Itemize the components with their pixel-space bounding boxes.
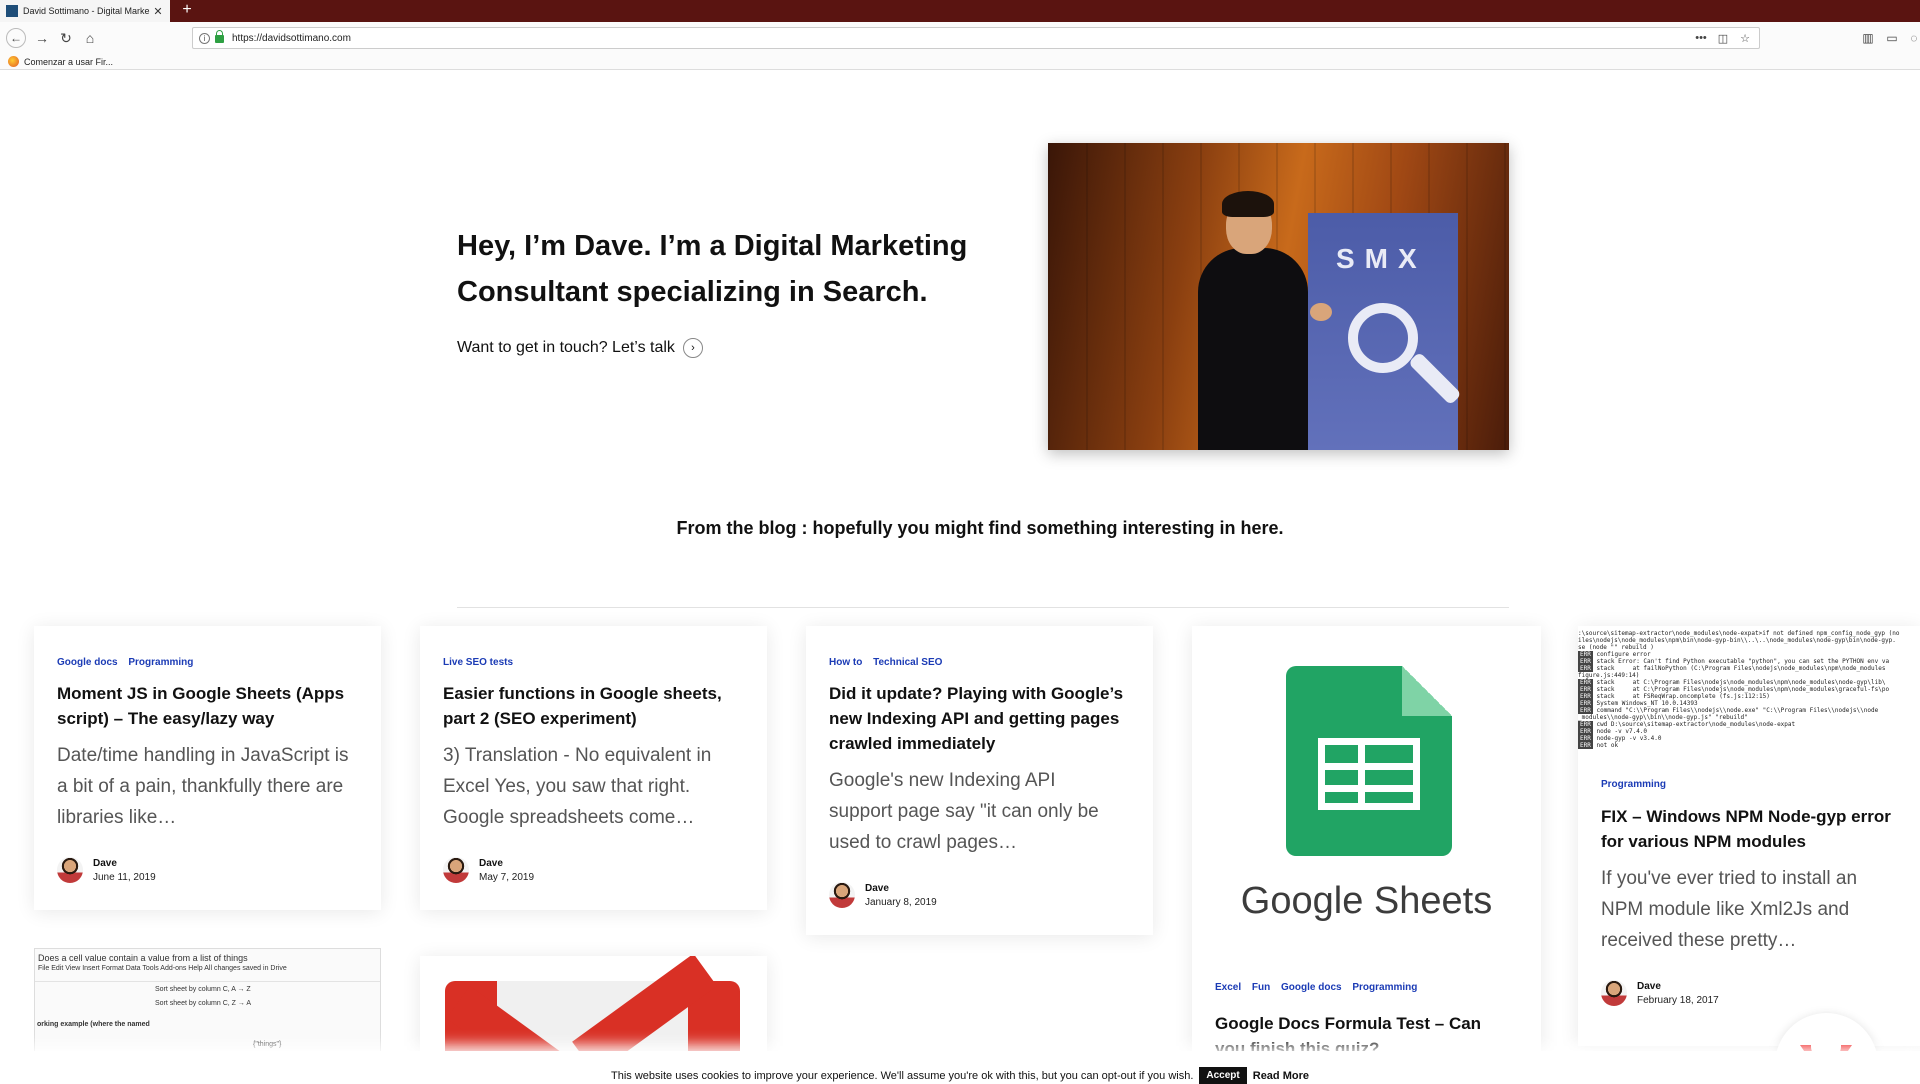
card-title[interactable]: Did it update? Playing with Google’s new…: [829, 681, 1129, 756]
new-tab-button[interactable]: +: [178, 0, 196, 22]
smx-banner-text: SMX: [1336, 243, 1427, 274]
card-excerpt: Google's new Indexing API support page s…: [829, 770, 1099, 853]
card-author: Dave February 18, 2017: [1601, 980, 1719, 1006]
magnifier-icon: [1348, 303, 1418, 373]
npm-error-screenshot: :\source\sitemap-extractor\node_modules\…: [1578, 626, 1920, 756]
sheet-menu: File Edit View Insert Format Data Tools …: [38, 965, 287, 972]
tag-link[interactable]: Programming: [128, 657, 193, 668]
blog-card-moment-js[interactable]: Google docs Programming Moment JS in Goo…: [34, 626, 381, 910]
read-more-link[interactable]: Read More: [1253, 1070, 1309, 1082]
author-name[interactable]: Dave: [479, 858, 534, 869]
firefox-icon: [8, 56, 19, 67]
sheet-row-label: orking example (where the named: [37, 1021, 150, 1028]
tag-link[interactable]: Programming: [1601, 779, 1666, 790]
reload-button[interactable]: ↻: [56, 28, 76, 48]
account-icon[interactable]: ◌: [1904, 28, 1920, 48]
cookie-text: This website uses cookies to improve you…: [611, 1070, 1194, 1082]
lock-icon: [215, 30, 224, 43]
tag-link[interactable]: Fun: [1252, 982, 1270, 993]
avatar: [57, 857, 83, 883]
tag-link[interactable]: Technical SEO: [873, 657, 942, 668]
blog-card-google-sheets-quiz[interactable]: Google Sheets Excel Fun Google docs Prog…: [1192, 626, 1541, 1080]
speaker-body: [1198, 248, 1308, 450]
page-actions-icon[interactable]: •••: [1693, 32, 1709, 44]
browser-tab[interactable]: David Sottimano - Digital Marke ✕: [0, 0, 170, 22]
card-author: Dave January 8, 2019: [829, 882, 937, 908]
card-author: Dave May 7, 2019: [443, 857, 534, 883]
card-tags: Excel Fun Google docs Programming: [1215, 982, 1425, 993]
bookmark-star-icon[interactable]: ☆: [1737, 32, 1753, 45]
forward-button[interactable]: →: [32, 28, 52, 48]
pocket-icon[interactable]: ◫: [1715, 32, 1731, 45]
cookie-banner: This website uses cookies to improve you…: [0, 1051, 1920, 1084]
sheet-data-menu: Sort sheet by column C, A → Z Sort sheet…: [155, 983, 251, 1011]
sidebar-icon[interactable]: ▭: [1882, 28, 1902, 48]
avatar: [1601, 980, 1627, 1006]
post-date: February 18, 2017: [1637, 994, 1719, 1006]
google-sheets-fold: [1402, 666, 1452, 716]
card-tags: Live SEO tests: [443, 657, 521, 668]
url-bar[interactable]: i https://davidsottimano.com ••• ◫ ☆: [192, 27, 1760, 49]
post-date: May 7, 2019: [479, 871, 535, 883]
tag-link[interactable]: How to: [829, 657, 862, 668]
google-sheets-grid: [1318, 738, 1420, 810]
author-name[interactable]: Dave: [1637, 981, 1719, 992]
tab-bar: David Sottimano - Digital Marke ✕ +: [0, 0, 1920, 22]
site-info-icon[interactable]: i: [199, 32, 210, 44]
sheet-gridline: [35, 981, 380, 982]
card-tags: Programming: [1601, 779, 1674, 790]
speaker-hand: [1310, 303, 1332, 321]
speaker-hair: [1222, 191, 1274, 217]
card-tags: How to Technical SEO: [829, 657, 950, 668]
card-excerpt: Date/time handling in JavaScript is a bi…: [57, 745, 349, 828]
bookmark-getting-started[interactable]: Comenzar a usar Fir...: [24, 57, 113, 67]
google-sheets-wordmark: Google Sheets: [1240, 880, 1493, 922]
home-button[interactable]: ⌂: [80, 28, 100, 48]
chevron-right-icon[interactable]: ›: [682, 338, 703, 358]
sheet-title: Does a cell value contain a value from a…: [38, 953, 248, 963]
tag-link[interactable]: Excel: [1215, 982, 1241, 993]
hero-photo: SMX: [1048, 143, 1509, 450]
hero-title: Hey, I’m Dave. I’m a Digital Marketing C…: [457, 230, 968, 308]
author-name[interactable]: Dave: [865, 883, 937, 894]
smx-banner: SMX: [1308, 213, 1462, 450]
card-excerpt: If you've ever tried to install an NPM m…: [1601, 868, 1858, 951]
page-content: Hey, I’m Dave. I’m a Digital Marketing C…: [0, 71, 1920, 1080]
sheet-cell: {"things"}: [253, 1041, 282, 1048]
avatar: [443, 857, 469, 883]
tag-link[interactable]: Programming: [1352, 982, 1417, 993]
tag-link[interactable]: Google docs: [1281, 982, 1342, 993]
magnifier-handle: [1408, 351, 1462, 406]
blog-card-npm-node-gyp[interactable]: :\source\sitemap-extractor\node_modules\…: [1578, 626, 1920, 1046]
contact-link-label[interactable]: Want to get in touch? Let’s talk: [457, 339, 675, 357]
tag-link[interactable]: Live SEO tests: [443, 657, 513, 668]
tag-link[interactable]: Google docs: [57, 657, 118, 668]
card-title[interactable]: FIX – Windows NPM Node-gyp error for var…: [1601, 804, 1911, 854]
tab-title: David Sottimano - Digital Marke: [23, 6, 150, 16]
close-tab-icon[interactable]: ✕: [152, 5, 164, 18]
sort-option[interactable]: Sort sheet by column C, Z → A: [155, 997, 251, 1011]
section-divider: [457, 607, 1509, 608]
card-tags: Google docs Programming: [57, 657, 201, 668]
accept-cookies-button[interactable]: Accept: [1199, 1067, 1247, 1084]
card-excerpt: 3) Translation - No equivalent in Excel …: [443, 745, 712, 828]
author-name[interactable]: Dave: [93, 858, 156, 869]
url-text[interactable]: https://davidsottimano.com: [232, 33, 1687, 44]
library-icon[interactable]: ▥: [1858, 28, 1878, 48]
back-button[interactable]: ←: [6, 28, 26, 48]
post-date: January 8, 2019: [865, 896, 937, 908]
avatar: [829, 882, 855, 908]
bookmarks-bar: Comenzar a usar Fir...: [0, 54, 1920, 70]
card-title[interactable]: Easier functions in Google sheets, part …: [443, 681, 743, 731]
blog-heading: From the blog : hopefully you might find…: [676, 518, 1284, 538]
sort-option[interactable]: Sort sheet by column C, A → Z: [155, 983, 251, 997]
card-title[interactable]: Moment JS in Google Sheets (Apps script)…: [57, 681, 357, 731]
card-author: Dave June 11, 2019: [57, 857, 156, 883]
navigation-toolbar: ← → ↻ ⌂ i https://davidsottimano.com •••…: [0, 22, 1920, 54]
blog-card-easier-functions[interactable]: Live SEO tests Easier functions in Googl…: [420, 626, 767, 910]
blog-card-indexing-api[interactable]: How to Technical SEO Did it update? Play…: [806, 626, 1153, 935]
contact-link[interactable]: Want to get in touch? Let’s talk ›: [457, 338, 703, 358]
site-favicon-icon: [6, 5, 18, 17]
post-date: June 11, 2019: [93, 871, 156, 883]
